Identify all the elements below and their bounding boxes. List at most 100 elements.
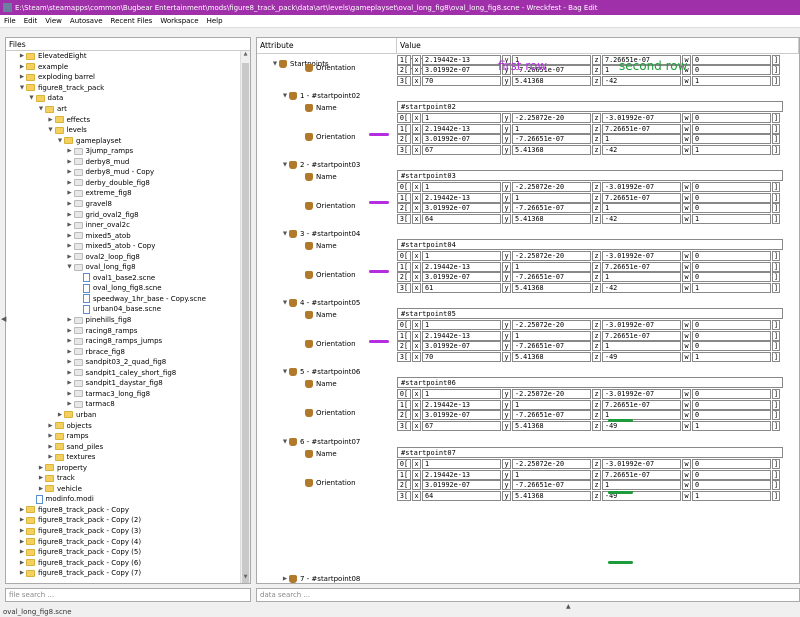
z-value[interactable]: -42 (602, 75, 681, 86)
value-column-header[interactable]: Value (397, 38, 799, 53)
z-value[interactable]: -3.01992e-07 (602, 251, 681, 261)
y-value[interactable]: -2.25072e-20 (512, 320, 591, 330)
tree-item[interactable]: ▶ figure8_track_pack - Copy (18, 505, 129, 516)
startpoint-node[interactable]: ▼ 1 - #startpoint02 (281, 90, 360, 101)
tree-item[interactable]: ▼ data (28, 93, 63, 104)
chevron-down-icon[interactable]: ▼ (37, 106, 45, 112)
z-value[interactable]: 7.26651e-07 (602, 469, 681, 480)
w-value[interactable]: 0 (692, 469, 771, 480)
y-value[interactable]: 1 (512, 399, 591, 410)
z-value[interactable]: -42 (602, 282, 681, 293)
tree-item[interactable]: ▶ effects (47, 114, 90, 125)
x-value[interactable]: 67 (422, 144, 501, 155)
chevron-down-icon[interactable]: ▼ (18, 85, 26, 91)
tree-item[interactable]: ▶ exploding barrel (18, 72, 95, 83)
chevron-down-icon[interactable]: ▼ (28, 95, 36, 101)
menu-help[interactable]: Help (203, 17, 227, 25)
chevron-right-icon[interactable]: ▶ (66, 370, 74, 376)
chevron-right-icon[interactable]: ▶ (66, 190, 74, 196)
tree-item[interactable]: ▶ rbrace_fig8 (66, 346, 125, 357)
tree-item[interactable]: ▶ tarmac8 (66, 399, 114, 410)
x-value[interactable]: 1 (422, 251, 501, 261)
tree-item[interactable]: ▶ mixed5_atob (66, 230, 130, 241)
tree-item[interactable]: ▶ figure8_track_pack - Copy (3) (18, 526, 141, 537)
x-value[interactable]: 2.19442e-13 (422, 399, 501, 410)
x-value[interactable]: 3.01992e-07 (422, 134, 501, 145)
startpoint-node[interactable]: ▼ 4 - #startpoint05 (281, 297, 360, 308)
w-value[interactable]: 0 (692, 272, 771, 283)
tree-item[interactable]: modinfo.modi (28, 494, 94, 505)
chevron-right-icon[interactable]: ▶ (37, 475, 45, 481)
z-value[interactable]: 7.26651e-07 (602, 330, 681, 341)
chevron-right-icon[interactable]: ▶ (66, 159, 74, 165)
menu-edit[interactable]: Edit (20, 17, 42, 25)
tree-item[interactable]: urban04_base.scne (75, 304, 161, 315)
y-value[interactable]: -7.26651e-07 (512, 410, 591, 421)
tree-item[interactable]: oval1_base2.scne (75, 273, 155, 284)
x-value[interactable]: 3.01992e-07 (422, 203, 501, 214)
x-value[interactable]: 2.19442e-13 (422, 469, 501, 480)
z-value[interactable]: -49 (602, 351, 681, 362)
tree-item[interactable]: ▶ extreme_fig8 (66, 188, 131, 199)
y-value[interactable]: -7.26651e-07 (512, 341, 591, 352)
chevron-right-icon[interactable]: ▶ (66, 359, 74, 365)
w-value[interactable]: 1 (692, 351, 771, 362)
menu-workspace[interactable]: Workspace (156, 17, 202, 25)
z-value[interactable]: 1 (602, 203, 681, 214)
w-value[interactable]: 0 (692, 251, 771, 261)
chevron-right-icon[interactable]: ▶ (18, 560, 26, 566)
chevron-right-icon[interactable]: ▶ (18, 528, 26, 534)
z-value[interactable]: -3.01992e-07 (602, 113, 681, 123)
w-value[interactable]: 0 (692, 113, 771, 123)
scroll-thumb[interactable] (242, 63, 249, 583)
tree-item[interactable]: ▶ example (18, 62, 68, 73)
chevron-right-icon[interactable]: ▶ (18, 517, 26, 523)
chevron-right-icon[interactable]: ▶ (18, 549, 26, 555)
tree-item[interactable]: ▶ derby_double_fig8 (66, 178, 150, 189)
chevron-down-icon[interactable]: ▼ (271, 61, 279, 67)
menu-recent-files[interactable]: Recent Files (107, 17, 157, 25)
chevron-right-icon[interactable]: ▶ (66, 180, 74, 186)
chevron-right-icon[interactable]: ▶ (47, 444, 55, 450)
y-value[interactable]: 1 (512, 261, 591, 272)
chevron-right-icon[interactable]: ▶ (18, 64, 26, 70)
z-value[interactable]: -42 (602, 144, 681, 155)
chevron-right-icon[interactable]: ▶ (66, 222, 74, 228)
z-value[interactable]: -42 (602, 213, 681, 224)
chevron-right-icon[interactable]: ▶ (66, 317, 74, 323)
w-value[interactable]: 0 (692, 341, 771, 352)
tree-item[interactable]: ▶ oval2_loop_fig8 (66, 251, 140, 262)
tree-item[interactable]: ▶ derby8_mud (66, 157, 129, 168)
tree-item[interactable]: ▶ track (37, 473, 75, 484)
tree-item[interactable]: ▼ art (37, 104, 67, 115)
y-value[interactable]: 1 (512, 469, 591, 480)
z-value[interactable]: 1 (602, 272, 681, 283)
w-value[interactable]: 1 (692, 213, 771, 224)
y-value[interactable]: -2.25072e-20 (512, 459, 591, 469)
y-value[interactable]: -7.26651e-07 (512, 134, 591, 145)
z-value[interactable]: 1 (602, 341, 681, 352)
x-value[interactable]: 2.19442e-13 (422, 54, 501, 65)
x-value[interactable]: 3.01992e-07 (422, 272, 501, 283)
w-value[interactable]: 0 (692, 134, 771, 145)
z-value[interactable]: 7.26651e-07 (602, 192, 681, 203)
tree-item[interactable]: ▶ sand_piles (47, 441, 103, 452)
startpoint-node[interactable]: ▼ 2 - #startpoint03 (281, 159, 360, 170)
chevron-right-icon[interactable]: ▶ (47, 117, 55, 123)
chevron-right-icon[interactable]: ▶ (66, 243, 74, 249)
startpoint-name-field[interactable]: #startpoint07 (397, 447, 783, 458)
tree-item[interactable]: ▼ gameplayset (56, 135, 122, 146)
y-value[interactable]: -2.25072e-20 (512, 251, 591, 261)
y-value[interactable]: -2.25072e-20 (512, 113, 591, 123)
x-value[interactable]: 64 (422, 490, 501, 501)
x-value[interactable]: 61 (422, 282, 501, 293)
w-value[interactable]: 1 (692, 420, 771, 431)
chevron-right-icon[interactable]: ▶ (66, 201, 74, 207)
chevron-right-icon[interactable]: ▶ (37, 465, 45, 471)
x-value[interactable]: 2.19442e-13 (422, 123, 501, 134)
y-value[interactable]: 1 (512, 192, 591, 203)
tree-item[interactable]: ▶ ramps (47, 431, 88, 442)
chevron-down-icon[interactable]: ▼ (281, 93, 289, 99)
y-value[interactable]: -2.25072e-20 (512, 389, 591, 399)
w-value[interactable]: 0 (692, 192, 771, 203)
